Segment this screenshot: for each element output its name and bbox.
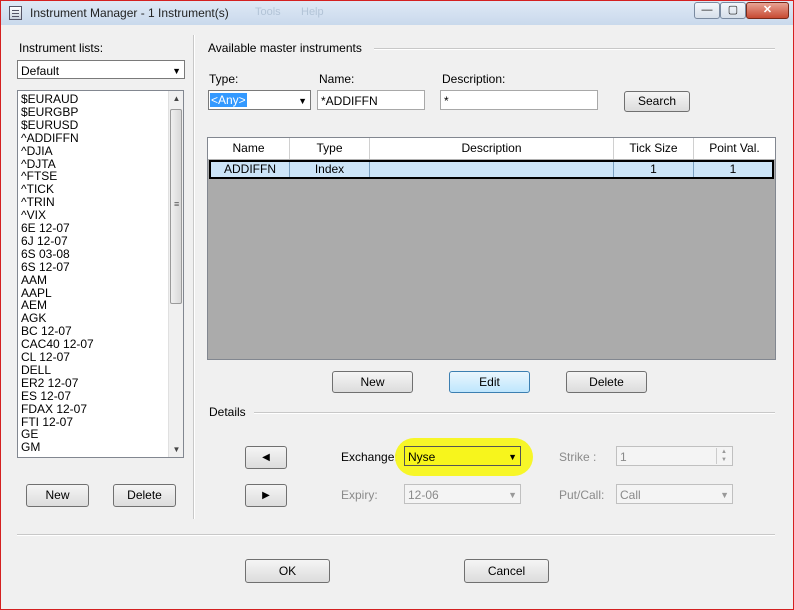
window-title: Instrument Manager - 1 Instrument(s) xyxy=(30,6,229,20)
ghost-menu-tools: Tools xyxy=(255,6,281,18)
list-item[interactable]: 6S 03-08 xyxy=(21,247,70,261)
strike-value: 1 xyxy=(620,450,627,464)
description-input-value: * xyxy=(444,94,449,108)
cell-tick-size: 1 xyxy=(614,162,694,177)
minimize-button[interactable]: — xyxy=(694,2,720,19)
exchange-combo[interactable]: Nyse ▼ xyxy=(404,446,521,466)
details-group-line xyxy=(254,412,775,414)
exchange-label: Exchange: xyxy=(341,450,398,464)
title-bar[interactable]: Instrument Manager - 1 Instrument(s) Too… xyxy=(1,1,793,25)
details-group-label: Details xyxy=(209,405,246,419)
expiry-value: 12-06 xyxy=(408,488,439,502)
vertical-separator xyxy=(193,35,195,519)
next-instrument-button[interactable]: ▶ xyxy=(245,484,287,507)
name-label: Name: xyxy=(319,72,355,86)
col-header-description[interactable]: Description xyxy=(370,138,614,159)
list-item[interactable]: $EURUSD xyxy=(21,118,78,132)
strike-label: Strike : xyxy=(559,450,597,464)
strike-input: 1 ▲ ▼ xyxy=(616,446,733,466)
master-instruments-grid[interactable]: Name Type Description Tick Size Point Va… xyxy=(207,137,776,360)
grid-header: Name Type Description Tick Size Point Va… xyxy=(208,138,775,160)
listbox-scrollbar[interactable]: ▲ ≡ ▼ xyxy=(168,91,183,457)
list-new-button[interactable]: New xyxy=(26,484,89,507)
instrument-list-value: Default xyxy=(21,64,60,78)
scroll-up-arrow-icon[interactable]: ▲ xyxy=(169,91,183,106)
name-input-value: *ADDIFFN xyxy=(321,94,378,108)
instrument-lists-label: Instrument lists: xyxy=(19,41,104,55)
list-item[interactable]: $EURGBP xyxy=(21,105,78,119)
master-group-label: Available master instruments xyxy=(208,41,362,55)
master-new-button[interactable]: New xyxy=(332,371,413,393)
putcall-label: Put/Call: xyxy=(559,488,605,502)
instrument-listbox[interactable]: $EURAUD $EURGBP $EURUSD ^ADDIFFN ^DJIA ^DJTA ^… xyxy=(17,90,184,458)
master-delete-button[interactable]: Delete xyxy=(566,371,647,393)
strike-spinner: ▲ ▼ xyxy=(716,448,731,464)
list-delete-button[interactable]: Delete xyxy=(113,484,176,507)
maximize-button[interactable]: ▢ xyxy=(720,2,746,19)
col-header-tick-size[interactable]: Tick Size xyxy=(614,138,694,159)
putcall-value: Call xyxy=(620,488,641,502)
list-item[interactable]: ES 12-07 xyxy=(21,389,71,403)
col-header-point-val[interactable]: Point Val. xyxy=(694,138,775,159)
close-button[interactable]: ✕ xyxy=(746,2,789,19)
cell-point-val: 1 xyxy=(729,162,737,176)
name-input[interactable]: *ADDIFFN xyxy=(317,90,425,110)
app-icon xyxy=(9,6,22,20)
col-header-name[interactable]: Name xyxy=(208,138,290,159)
chevron-down-icon: ▼ xyxy=(508,490,517,500)
expiry-label: Expiry: xyxy=(341,488,378,502)
cancel-button[interactable]: Cancel xyxy=(464,559,549,583)
list-item[interactable]: GM xyxy=(21,441,40,454)
list-item[interactable]: ER2 12-07 xyxy=(21,376,78,390)
list-item[interactable]: DELL xyxy=(21,363,51,377)
cell-type: Index xyxy=(290,162,370,177)
arrow-left-icon: ◀ xyxy=(262,452,270,463)
chevron-down-icon: ▼ xyxy=(172,66,181,76)
chevron-down-icon: ▼ xyxy=(508,452,517,462)
cell-name: ADDIFFN xyxy=(211,162,290,177)
chevron-down-icon: ▼ xyxy=(720,490,729,500)
col-header-type[interactable]: Type xyxy=(290,138,370,159)
description-label: Description: xyxy=(442,72,506,86)
list-item[interactable]: ^ADDIFFN xyxy=(21,131,79,145)
exchange-value: Nyse xyxy=(408,450,436,464)
scroll-down-arrow-icon[interactable]: ▼ xyxy=(169,442,183,457)
master-group-line xyxy=(374,48,775,50)
type-combo[interactable]: <Any> ▼ xyxy=(208,90,311,110)
arrow-right-icon: ▶ xyxy=(262,490,270,501)
search-button[interactable]: Search xyxy=(624,91,690,112)
type-label: Type: xyxy=(209,72,239,86)
ok-button[interactable]: OK xyxy=(245,559,330,583)
putcall-combo: Call ▼ xyxy=(616,484,733,504)
previous-instrument-button[interactable]: ◀ xyxy=(245,446,287,469)
cell-description xyxy=(370,162,614,177)
list-item[interactable]: ^DJIA xyxy=(21,144,53,158)
type-value: <Any> xyxy=(210,93,247,107)
list-item[interactable]: AAM xyxy=(21,273,47,287)
list-item[interactable]: 6S 12-07 xyxy=(21,260,70,274)
instrument-list-selector[interactable]: Default ▼ xyxy=(17,60,185,79)
list-item[interactable]: 6J 12-07 xyxy=(21,234,68,248)
footer-separator xyxy=(17,534,775,536)
master-edit-button[interactable]: Edit xyxy=(449,371,530,393)
instrument-manager-window: Instrument Manager - 1 Instrument(s) Too… xyxy=(0,0,794,610)
scroll-thumb[interactable]: ≡ xyxy=(170,109,182,304)
expiry-combo: 12-06 ▼ xyxy=(404,484,521,504)
description-input[interactable]: * xyxy=(440,90,598,110)
list-item[interactable]: FDAX 12-07 xyxy=(21,402,87,416)
table-row[interactable]: ADDIFFN Index 1 1 xyxy=(209,160,774,179)
ghost-menu-help: Help xyxy=(301,6,324,18)
chevron-down-icon: ▼ xyxy=(298,96,307,106)
